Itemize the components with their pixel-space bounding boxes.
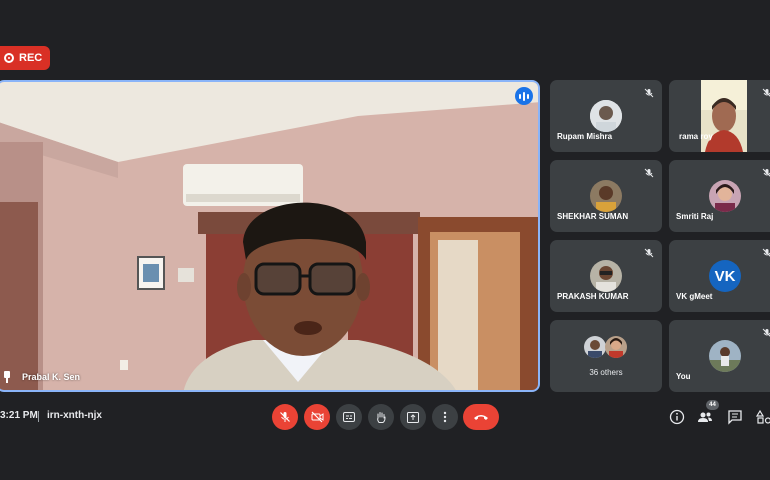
participant-name: VK gMeet	[676, 292, 713, 301]
avatar	[590, 260, 622, 292]
mic-off-icon	[762, 328, 770, 337]
avatar	[584, 336, 606, 358]
main-video-tile[interactable]: Prabal K. Sen	[0, 80, 540, 392]
pin-icon[interactable]	[2, 371, 12, 383]
mic-toggle-button[interactable]	[272, 404, 298, 430]
participant-name: Smriti Raj	[676, 212, 714, 221]
mic-off-icon	[762, 88, 770, 97]
meeting-time: 3:21 PM	[0, 410, 38, 421]
chat-icon[interactable]	[727, 409, 743, 425]
avatar: VK	[709, 260, 741, 292]
participant-name: Rupam Mishra	[557, 132, 613, 141]
main-participant-name: Prabal K. Sen	[22, 372, 81, 382]
mic-off-icon	[644, 248, 654, 258]
captions-icon	[343, 412, 355, 422]
self-tile[interactable]: You	[669, 320, 770, 392]
mic-off-icon	[644, 168, 654, 178]
audio-wave-icon	[515, 87, 533, 105]
mic-off-icon	[280, 412, 290, 422]
more-options-icon	[443, 411, 447, 423]
avatar	[605, 336, 627, 358]
participant-tile[interactable]: SHEKHAR SUMAN	[550, 160, 662, 232]
mic-off-icon	[644, 88, 654, 98]
more-options-button[interactable]	[432, 404, 458, 430]
end-call-button[interactable]	[463, 404, 499, 430]
recording-label: REC	[19, 52, 43, 64]
participant-tile[interactable]: PRAKASH KUMAR	[550, 240, 662, 312]
record-icon	[4, 53, 14, 63]
captions-button[interactable]	[336, 404, 362, 430]
people-count-badge: 44	[706, 400, 719, 410]
avatar	[590, 180, 622, 212]
avatar	[709, 340, 741, 372]
avatar	[709, 180, 741, 212]
speaker-video	[0, 82, 538, 390]
participant-name: rama roy	[679, 132, 713, 141]
participant-tile[interactable]: rama roy	[669, 80, 770, 152]
activities-icon[interactable]	[756, 409, 770, 425]
avatar-initials: VK	[714, 267, 736, 285]
participant-name: You	[676, 372, 691, 381]
main-participant-label: Prabal K. Sen	[2, 371, 80, 383]
participant-name: PRAKASH KUMAR	[557, 292, 629, 301]
present-button[interactable]	[400, 404, 426, 430]
others-tile[interactable]: 36 others	[550, 320, 662, 392]
avatar	[590, 100, 622, 132]
end-call-icon	[474, 415, 488, 420]
mic-off-icon	[762, 248, 770, 257]
raise-hand-icon	[377, 411, 386, 423]
participant-video	[701, 80, 747, 152]
present-icon	[407, 411, 419, 423]
divider	[38, 411, 39, 422]
recording-badge: REC	[0, 46, 51, 70]
camera-toggle-button[interactable]	[304, 404, 330, 430]
raise-hand-button[interactable]	[368, 404, 394, 430]
participant-tile[interactable]: VK VK gMeet	[669, 240, 770, 312]
mic-off-icon	[762, 168, 770, 177]
others-count: 36 others	[589, 368, 623, 377]
meeting-code: irn-xnth-njx	[47, 410, 102, 421]
camera-off-icon	[311, 411, 323, 423]
participant-tile[interactable]: Smriti Raj	[669, 160, 770, 232]
info-icon[interactable]	[669, 409, 685, 425]
participant-tile[interactable]: Rupam Mishra	[550, 80, 662, 152]
people-icon[interactable]	[697, 409, 713, 425]
participant-name: SHEKHAR SUMAN	[557, 212, 629, 221]
